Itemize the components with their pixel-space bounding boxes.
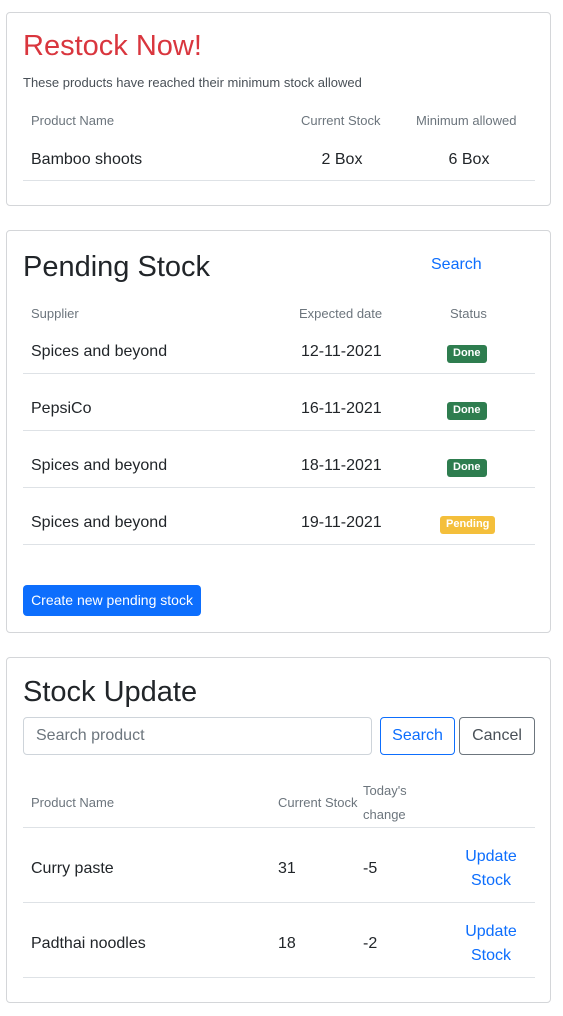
update-product-cell: Curry paste <box>31 860 114 877</box>
row-divider <box>23 180 535 181</box>
pending-col-status: Status <box>450 306 487 321</box>
row-divider <box>23 902 535 903</box>
status-badge: Pending <box>440 516 496 534</box>
restock-subtitle: These products have reached their minimu… <box>23 75 362 90</box>
pending-date-cell: 12-11-2021 <box>301 343 382 360</box>
restock-card: Restock Now! These products have reached… <box>6 12 551 206</box>
update-col-product: Product Name <box>31 795 115 810</box>
cancel-button[interactable]: Cancel <box>459 717 535 755</box>
restock-title: Restock Now! <box>23 30 202 62</box>
restock-col-product: Product Name <box>31 113 115 128</box>
restock-current-cell: 2 Box <box>321 151 363 168</box>
update-stock-link[interactable]: Update Stock <box>456 920 526 968</box>
restock-col-current: Current Stock <box>301 113 381 128</box>
search-input[interactable] <box>23 717 372 755</box>
row-divider <box>23 487 535 488</box>
update-col-change: Today's change <box>363 783 407 822</box>
pending-date-cell: 16-11-2021 <box>301 400 382 417</box>
pending-stock-card: Pending Stock Search Supplier Expected d… <box>6 230 551 633</box>
pending-title: Pending Stock <box>23 251 211 283</box>
update-current-cell: 31 <box>278 860 296 877</box>
pending-search-link[interactable]: Search <box>431 256 482 274</box>
update-stock-link[interactable]: Update Stock <box>456 845 526 893</box>
create-pending-stock-button[interactable]: Create new pending stock <box>23 585 201 616</box>
pending-supplier-cell: PepsiCo <box>31 400 92 417</box>
update-product-cell: Padthai noodles <box>31 935 146 952</box>
pending-supplier-cell: Spices and beyond <box>31 343 168 360</box>
pending-supplier-cell: Spices and beyond <box>31 457 168 474</box>
update-col-current: Current Stock <box>278 795 358 810</box>
pending-col-date: Expected date <box>299 306 383 321</box>
pending-supplier-cell: Spices and beyond <box>31 514 168 531</box>
row-divider <box>23 430 535 431</box>
pending-col-supplier: Supplier <box>31 306 79 321</box>
pending-date-cell: 19-11-2021 <box>301 514 382 531</box>
row-divider <box>23 544 535 545</box>
stock-update-card: Stock Update Search Cancel Product Name … <box>6 657 551 1003</box>
stock-update-title: Stock Update <box>23 676 198 708</box>
restock-minimum-cell: 6 Box <box>448 151 490 168</box>
status-badge: Done <box>447 459 487 477</box>
row-divider <box>23 977 535 978</box>
status-badge: Done <box>447 402 487 420</box>
update-current-cell: 18 <box>278 935 296 952</box>
search-button[interactable]: Search <box>380 717 455 755</box>
update-change-cell: -2 <box>363 935 378 952</box>
row-divider <box>23 373 535 374</box>
restock-col-minimum: Minimum allowed <box>416 113 517 128</box>
status-badge: Done <box>447 345 487 363</box>
pending-date-cell: 18-11-2021 <box>301 457 382 474</box>
header-divider <box>23 827 535 828</box>
update-change-cell: -5 <box>363 860 378 877</box>
restock-product-cell: Bamboo shoots <box>31 151 143 168</box>
